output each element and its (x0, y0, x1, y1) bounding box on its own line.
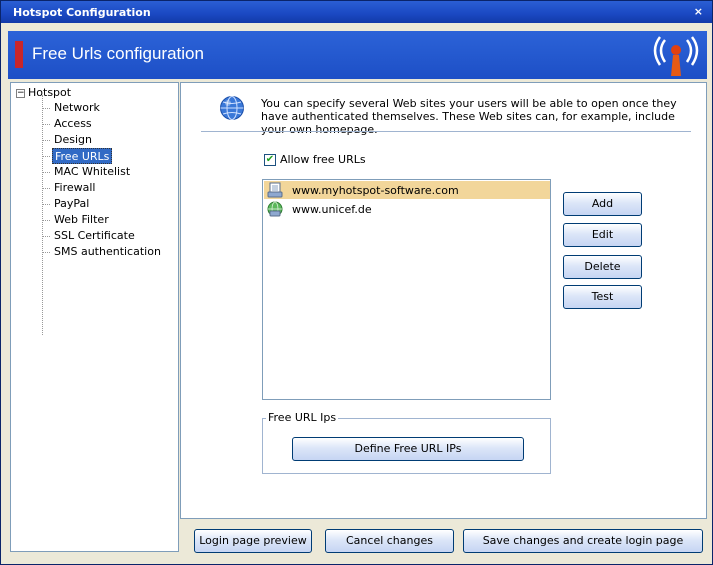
url-text: www.unicef.de (292, 202, 372, 216)
page-header: Free Urls configuration (8, 31, 707, 79)
tree-connector (42, 124, 50, 125)
tree-root[interactable]: − Hotspot (16, 85, 71, 101)
list-item[interactable]: www.myhotspot-software.com (264, 181, 550, 199)
define-free-url-ips-button[interactable]: Define Free URL IPs (292, 437, 524, 461)
tree-root-label: Hotspot (28, 86, 72, 99)
tree-connector (42, 188, 50, 189)
antenna-icon (653, 36, 699, 76)
title-bar: Hotspot Configuration × (1, 1, 712, 23)
tree-item-network[interactable]: Network (52, 100, 102, 116)
free-url-ips-legend: Free URL Ips (266, 411, 339, 424)
test-button[interactable]: Test (563, 285, 642, 309)
page-title: Free Urls configuration (32, 44, 204, 63)
tree-connector (42, 204, 50, 205)
bottom-button-bar: Login page preview Cancel changes Save c… (180, 520, 707, 560)
login-page-preview-button[interactable]: Login page preview (194, 529, 312, 553)
add-button[interactable]: Add (563, 192, 642, 216)
tree-item-ssl-certificate[interactable]: SSL Certificate (52, 228, 137, 244)
hotspot-configuration-window: Hotspot Configuration × Free Urls config… (0, 0, 713, 565)
tree-item-paypal[interactable]: PayPal (52, 196, 91, 212)
tree-item-access[interactable]: Access (52, 116, 94, 132)
navigation-tree: − Hotspot Network Access Design Free URLs… (10, 82, 179, 552)
tree-connector (42, 236, 50, 237)
edit-button[interactable]: Edit (563, 223, 642, 247)
tree-item-mac-whitelist[interactable]: MAC Whitelist (52, 164, 132, 180)
tree-connector (42, 95, 43, 335)
cancel-changes-button[interactable]: Cancel changes (325, 529, 454, 553)
header-accent-bar (15, 41, 23, 68)
tree-item-free-urls[interactable]: Free URLs (52, 148, 113, 164)
page-icon (267, 182, 283, 198)
divider (201, 131, 691, 132)
allow-free-urls-checkbox[interactable]: ✔ (264, 153, 276, 166)
tree-item-sms-authentication[interactable]: SMS authentication (52, 244, 163, 260)
tree-connector (42, 252, 50, 253)
tree-item-web-filter[interactable]: Web Filter (52, 212, 111, 228)
collapse-icon[interactable]: − (16, 88, 25, 98)
free-urls-panel: You can specify several Web sites your u… (180, 82, 707, 519)
tree-item-firewall[interactable]: Firewall (52, 180, 97, 196)
window-title: Hotspot Configuration (13, 6, 151, 19)
tree-connector (42, 172, 50, 173)
globe-info-icon (220, 96, 244, 120)
free-url-list[interactable]: www.myhotspot-software.com www.unicef.de (262, 179, 551, 400)
allow-free-urls-label: Allow free URLs (280, 153, 366, 166)
list-item[interactable]: www.unicef.de (264, 200, 550, 218)
delete-button[interactable]: Delete (563, 255, 642, 279)
tree-connector (42, 156, 50, 157)
globe-icon (267, 201, 283, 217)
url-text: www.myhotspot-software.com (292, 183, 459, 197)
tree-connector (42, 140, 50, 141)
save-and-create-login-page-button[interactable]: Save changes and create login page (463, 529, 703, 553)
close-button[interactable]: × (694, 5, 703, 18)
free-url-ips-group: Free URL Ips Define Free URL IPs (262, 411, 551, 474)
tree-connector (42, 220, 50, 221)
allow-free-urls-option[interactable]: ✔ Allow free URLs (264, 153, 366, 166)
tree-connector (42, 108, 50, 109)
tree-item-design[interactable]: Design (52, 132, 94, 148)
